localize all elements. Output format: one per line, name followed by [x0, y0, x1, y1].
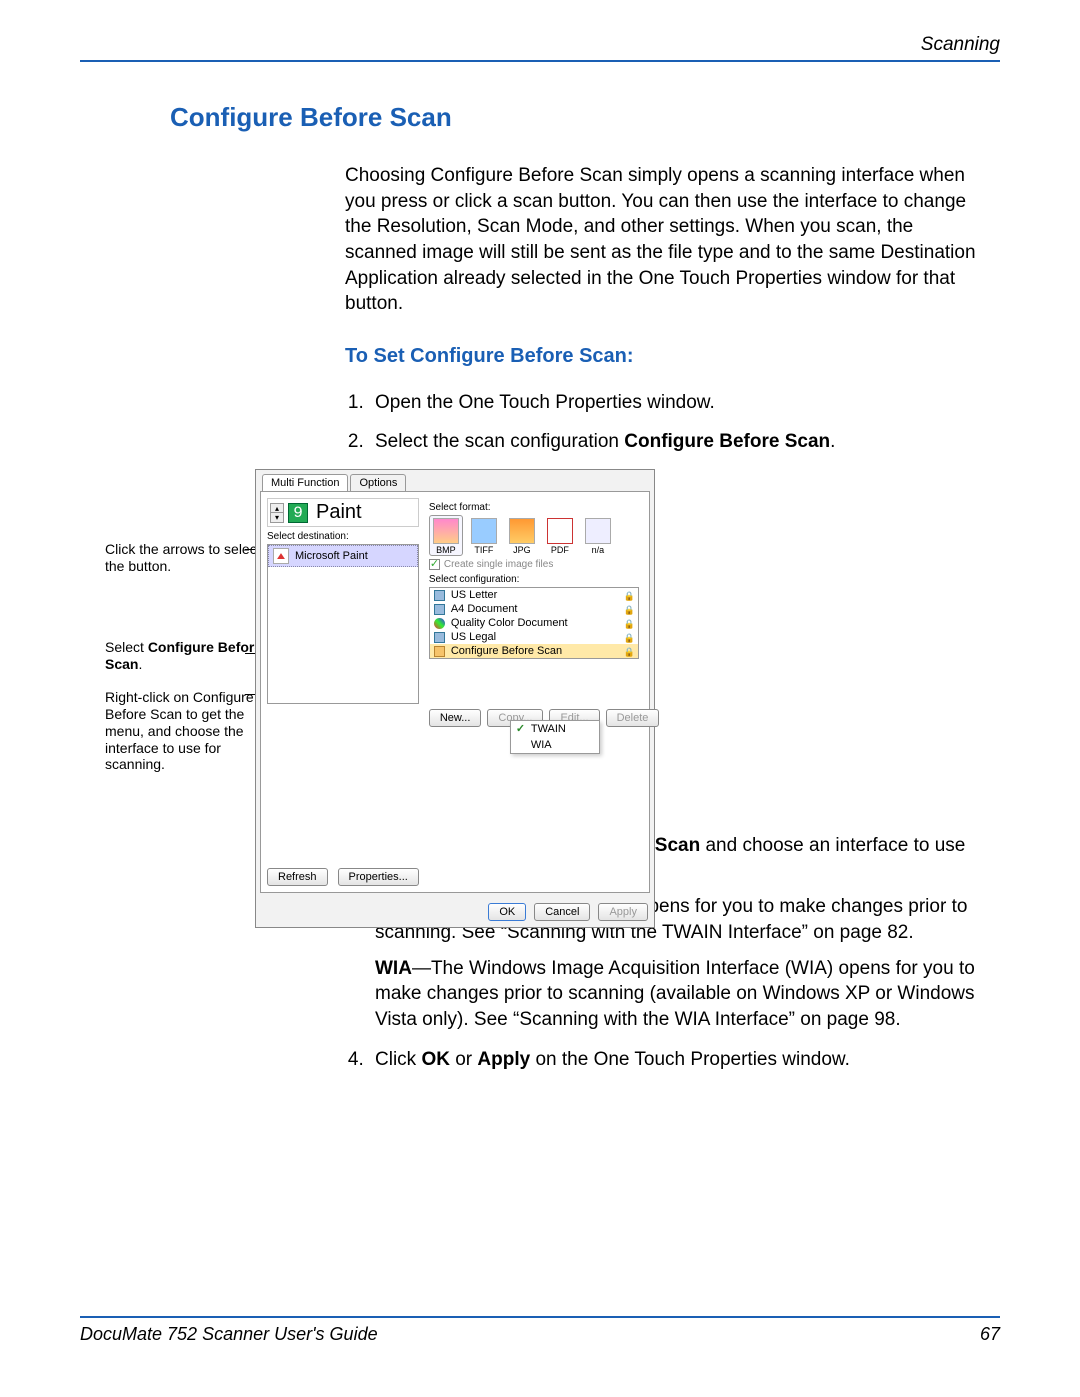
label-select-format: Select format:	[429, 502, 660, 513]
format-bmp[interactable]: BMP	[429, 515, 463, 556]
config-list[interactable]: US Letter A4 Document Quality Color Docu…	[429, 587, 639, 659]
config-a4[interactable]: A4 Document	[430, 602, 638, 616]
color-icon	[434, 618, 445, 629]
page-header: Scanning	[80, 34, 1000, 62]
spinner-down-icon[interactable]: ▾	[271, 513, 283, 522]
cfg-icon	[434, 646, 445, 657]
button-name: Paint	[316, 501, 362, 524]
callout-rightclick: Right-click on Configure Before Scan to …	[105, 689, 265, 773]
jpg-icon	[509, 518, 535, 544]
format-na[interactable]: n/a	[581, 515, 615, 556]
config-configure-before-scan[interactable]: Configure Before Scan TWAIN WIA	[430, 644, 638, 658]
step-4: Click OK or Apply on the One Touch Prope…	[369, 1047, 990, 1073]
format-jpg[interactable]: JPG	[505, 515, 539, 556]
properties-button[interactable]: Properties...	[338, 868, 419, 886]
tab-options[interactable]: Options	[350, 474, 406, 491]
wia-paragraph: WIA—The Windows Image Acquisition Interf…	[375, 956, 990, 1033]
popup-twain[interactable]: TWAIN	[511, 721, 599, 737]
header-section: Scanning	[921, 34, 1000, 56]
format-pdf[interactable]: PDF	[543, 515, 577, 556]
button-number: 9	[288, 503, 308, 523]
pdf-icon	[547, 518, 573, 544]
footer-guide: DocuMate 752 Scanner User's Guide	[80, 1324, 378, 1345]
create-single-checkbox: Create single image files	[429, 559, 660, 570]
checkbox-icon	[429, 559, 440, 570]
heading-1: Configure Before Scan	[170, 102, 1000, 133]
label-select-config: Select configuration:	[429, 574, 660, 585]
new-button[interactable]: New...	[429, 709, 482, 727]
ok-button[interactable]: OK	[488, 903, 526, 921]
delete-button[interactable]: Delete	[606, 709, 660, 727]
footer-page-number: 67	[980, 1324, 1000, 1345]
lock-icon	[624, 618, 634, 628]
format-row: BMP TIFF JPG PDF n/a	[429, 515, 660, 556]
lock-icon	[624, 646, 634, 656]
config-us-legal[interactable]: US Legal	[430, 630, 638, 644]
doc-icon	[434, 632, 445, 643]
page-footer: DocuMate 752 Scanner User's Guide 67	[80, 1316, 1000, 1345]
step-2: Select the scan configuration Configure …	[369, 429, 990, 455]
button-display: ▴ ▾ 9 Paint	[267, 498, 419, 527]
bmp-icon	[433, 518, 459, 544]
intro-paragraph: Choosing Configure Before Scan simply op…	[345, 163, 990, 317]
na-icon	[585, 518, 611, 544]
doc-icon	[434, 590, 445, 601]
tab-multifunction[interactable]: Multi Function	[262, 474, 348, 491]
onetouch-dialog: Multi Function Options ▴ ▾ 9 Pa	[255, 469, 655, 928]
config-quality-color[interactable]: Quality Color Document	[430, 616, 638, 630]
cancel-button[interactable]: Cancel	[534, 903, 590, 921]
apply-button[interactable]: Apply	[598, 903, 648, 921]
step-1: Open the One Touch Properties window.	[369, 390, 990, 416]
dialog-figure: Click the arrows to select the button. S…	[105, 469, 990, 809]
destination-list[interactable]: Microsoft Paint	[267, 544, 419, 704]
paint-icon	[273, 548, 289, 564]
callout-select: Select Configure Before Scan.	[105, 639, 265, 673]
interface-popup: TWAIN WIA	[510, 720, 600, 754]
heading-2: To Set Configure Before Scan:	[345, 345, 990, 368]
callout-arrows: Click the arrows to select the button.	[105, 541, 265, 575]
spinner-up-icon[interactable]: ▴	[271, 504, 283, 513]
tiff-icon	[471, 518, 497, 544]
doc-icon	[434, 604, 445, 615]
lock-icon	[624, 632, 634, 642]
lock-icon	[624, 590, 634, 600]
destination-item[interactable]: Microsoft Paint	[268, 545, 418, 567]
format-tiff[interactable]: TIFF	[467, 515, 501, 556]
button-spinner[interactable]: ▴ ▾	[270, 503, 284, 523]
lock-icon	[624, 604, 634, 614]
config-us-letter[interactable]: US Letter	[430, 588, 638, 602]
popup-wia[interactable]: WIA	[511, 737, 599, 753]
refresh-button[interactable]: Refresh	[267, 868, 328, 886]
label-select-destination: Select destination:	[267, 531, 419, 542]
